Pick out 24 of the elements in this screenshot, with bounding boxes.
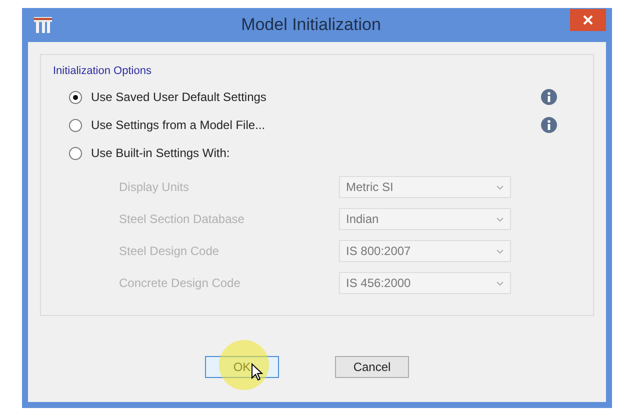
close-icon: [583, 15, 593, 25]
window-title: Model Initialization: [240, 15, 382, 35]
group-label: Initialization Options: [53, 65, 152, 77]
setting-label: Display Units: [119, 180, 190, 194]
cursor-icon: [251, 363, 263, 381]
caret-icon: [496, 280, 504, 286]
dialog-button[interactable]: OK: [205, 356, 279, 378]
option-label[interactable]: Use Settings from a Model File...: [91, 118, 541, 132]
setting-label: Concrete Design Code: [119, 276, 242, 290]
info-icon[interactable]: [541, 89, 557, 105]
setting-label: Steel Design Code: [119, 244, 220, 258]
caret-icon: [496, 248, 504, 254]
app-icon: [34, 17, 52, 33]
dialog-button[interactable]: Cancel: [335, 356, 409, 378]
caret-icon: [496, 216, 504, 222]
radio-button[interactable]: [69, 90, 82, 104]
radio-button[interactable]: [69, 146, 82, 160]
info-icon[interactable]: [541, 117, 557, 133]
option-label[interactable]: Use Saved User Default Settings: [91, 90, 541, 104]
caret-icon: [496, 184, 504, 190]
close-button[interactable]: [570, 9, 606, 31]
setting-label: Steel Section Database: [119, 212, 246, 226]
option-label[interactable]: Use Built-in Settings With:: [91, 146, 579, 160]
radio-button[interactable]: [69, 118, 82, 132]
